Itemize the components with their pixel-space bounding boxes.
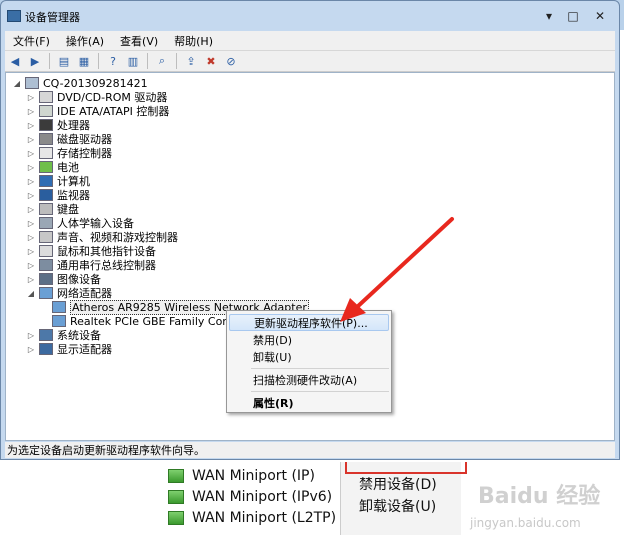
arrow-shaft — [354, 217, 454, 310]
red-arrow-annotation — [340, 217, 454, 322]
